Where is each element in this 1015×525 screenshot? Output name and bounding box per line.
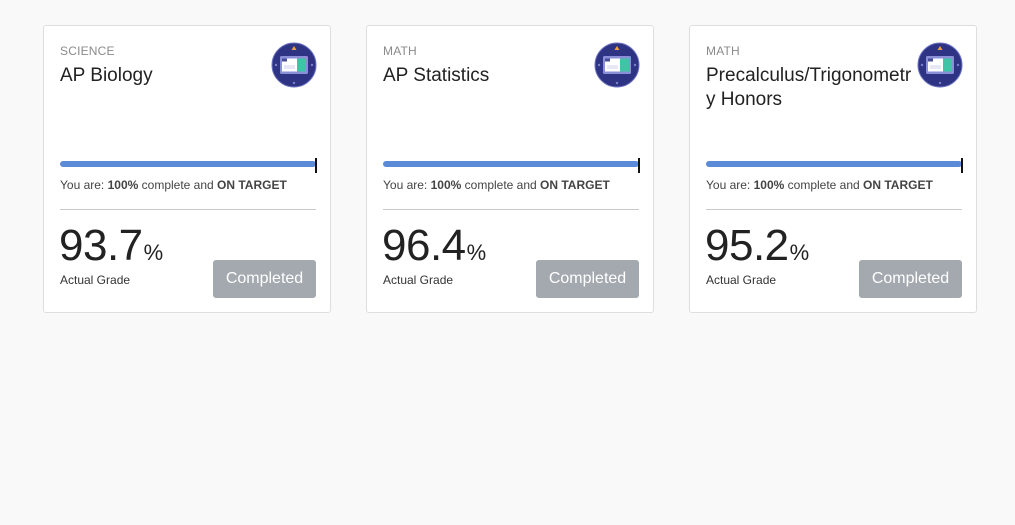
completed-button[interactable]: Completed xyxy=(213,260,316,298)
progress-status: You are: 100% complete and ON TARGET xyxy=(60,178,287,192)
progress-fill xyxy=(383,161,639,167)
divider xyxy=(60,209,316,210)
progress-bar xyxy=(60,158,317,173)
course-badge-icon xyxy=(917,42,963,88)
progress-percent-text: 100% xyxy=(430,178,462,192)
status-prefix: You are: xyxy=(383,178,431,192)
progress-status: You are: 100% complete and ON TARGET xyxy=(706,178,933,192)
grade-value: 95.2 xyxy=(705,221,789,270)
grade-value: 96.4 xyxy=(382,221,466,270)
grade-label: Actual Grade xyxy=(706,273,777,287)
grade-unit: % xyxy=(789,240,810,265)
status-mid: complete and xyxy=(784,178,864,192)
progress-percent-text: 100% xyxy=(753,178,785,192)
grade-label: Actual Grade xyxy=(60,273,131,287)
progress-bar xyxy=(383,158,640,173)
target-status: ON TARGET xyxy=(217,178,287,192)
progress-fill xyxy=(706,161,962,167)
actual-grade: 93.7% xyxy=(59,222,163,270)
actual-grade: 95.2% xyxy=(705,222,809,270)
course-cards: SCIENCE AP Biology You are: 100% complet… xyxy=(43,25,977,313)
progress-target-marker xyxy=(961,158,963,173)
grade-value: 93.7 xyxy=(59,221,143,270)
course-badge-icon xyxy=(271,42,317,88)
divider xyxy=(706,209,962,210)
status-prefix: You are: xyxy=(60,178,108,192)
course-category: MATH xyxy=(383,44,417,58)
grade-unit: % xyxy=(466,240,487,265)
target-status: ON TARGET xyxy=(540,178,610,192)
progress-percent-text: 100% xyxy=(107,178,139,192)
course-title[interactable]: AP Statistics xyxy=(383,64,595,88)
status-mid: complete and xyxy=(461,178,541,192)
course-card[interactable]: MATH AP Statistics You are: 100% complet… xyxy=(366,25,654,313)
course-category: SCIENCE xyxy=(60,44,115,58)
progress-bar xyxy=(706,158,963,173)
course-card[interactable]: MATH Precalculus/Trigonometry Honors You… xyxy=(689,25,977,313)
completed-button[interactable]: Completed xyxy=(859,260,962,298)
progress-fill xyxy=(60,161,316,167)
status-mid: complete and xyxy=(138,178,218,192)
divider xyxy=(383,209,639,210)
progress-target-marker xyxy=(638,158,640,173)
completed-button[interactable]: Completed xyxy=(536,260,639,298)
course-card[interactable]: SCIENCE AP Biology You are: 100% complet… xyxy=(43,25,331,313)
actual-grade: 96.4% xyxy=(382,222,486,270)
grade-unit: % xyxy=(143,240,164,265)
course-badge-icon xyxy=(594,42,640,88)
course-title[interactable]: AP Biology xyxy=(60,64,272,88)
course-title[interactable]: Precalculus/Trigonometry Honors xyxy=(706,64,918,112)
target-status: ON TARGET xyxy=(863,178,933,192)
grade-label: Actual Grade xyxy=(383,273,454,287)
progress-status: You are: 100% complete and ON TARGET xyxy=(383,178,610,192)
course-category: MATH xyxy=(706,44,740,58)
status-prefix: You are: xyxy=(706,178,754,192)
progress-target-marker xyxy=(315,158,317,173)
